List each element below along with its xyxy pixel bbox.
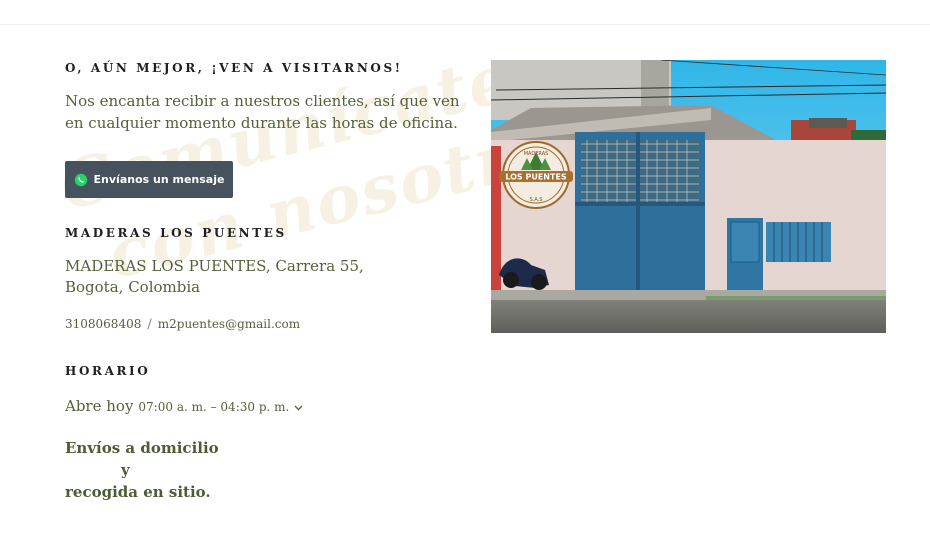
logo-top-text: MADERAS bbox=[524, 151, 549, 157]
visit-intro: Nos encanta recibir a nuestros clientes,… bbox=[65, 92, 460, 132]
delivery-line-2: y bbox=[121, 461, 130, 479]
top-divider bbox=[0, 24, 930, 25]
hours-heading: HORARIO bbox=[65, 364, 151, 378]
whatsapp-button-label: Envíanos un mensaje bbox=[93, 173, 225, 186]
delivery-line-1: Envíos a domicilio bbox=[65, 439, 219, 457]
address-line-1: MADERAS LOS PUENTES, Carrera 55, bbox=[65, 257, 364, 275]
logo-bottom-text: S.A.S bbox=[530, 197, 543, 203]
hours-dropdown[interactable]: Abre hoy 07:00 a. m. – 04:30 p. m. bbox=[65, 397, 303, 415]
whatsapp-icon bbox=[74, 173, 88, 187]
whatsapp-message-button[interactable]: Envíanos un mensaje bbox=[65, 161, 233, 198]
contact-separator: / bbox=[147, 317, 152, 332]
contact-row: 3108068408 / m2puentes@gmail.com bbox=[65, 317, 300, 332]
hours-label: Abre hoy bbox=[65, 397, 134, 415]
delivery-note: Envíos a domicilio y recogida en sitio. bbox=[65, 437, 219, 503]
logo-main-text: LOS PUENTES bbox=[505, 173, 567, 182]
address-line-2: Bogota, Colombia bbox=[65, 278, 201, 296]
business-heading: MADERAS LOS PUENTES bbox=[65, 226, 287, 240]
visit-heading: O, AÚN MEJOR, ¡VEN A VISITARNOS! bbox=[65, 61, 403, 75]
phone-link[interactable]: 3108068408 bbox=[65, 317, 141, 331]
delivery-line-3: recogida en sitio. bbox=[65, 483, 211, 501]
storefront-photo: LOS PUENTES MADERAS S.A.S bbox=[491, 60, 886, 333]
email-link[interactable]: m2puentes@gmail.com bbox=[158, 317, 300, 331]
hours-time: 07:00 a. m. – 04:30 p. m. bbox=[138, 400, 290, 414]
chevron-down-icon bbox=[294, 397, 303, 411]
business-address: MADERAS LOS PUENTES, Carrera 55, Bogota,… bbox=[65, 256, 364, 298]
storefront-illustration: LOS PUENTES MADERAS S.A.S bbox=[491, 60, 886, 333]
